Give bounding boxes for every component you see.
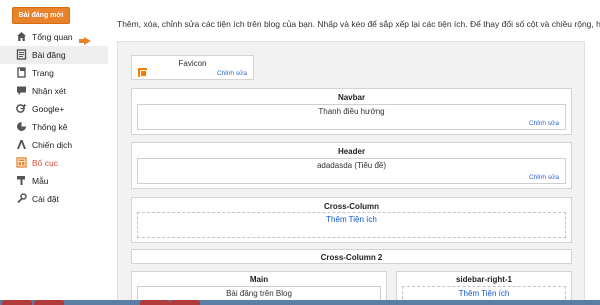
- cross-column-add-gadget-link[interactable]: Thêm Tiện ích: [138, 215, 565, 224]
- taskbar-button[interactable]: [140, 300, 170, 305]
- navbar-section-title: Navbar: [337, 93, 366, 102]
- header-widget-title: adadasda (Tiêu đề): [316, 161, 387, 170]
- navbar-edit-link[interactable]: Chỉnh sửa: [529, 120, 559, 127]
- navbar-widget-title: Thanh điều hướng: [318, 107, 385, 116]
- notification-flag-icon: [79, 33, 91, 45]
- sidebar-item-label: Thống kê: [32, 122, 68, 132]
- cross-column-title: Cross-Column: [323, 202, 380, 211]
- layout-icon: [16, 157, 27, 168]
- blogger-icon: [138, 68, 147, 77]
- sidebar-nav: Tổng quan Bài đăng Trang Nhận xét Google…: [0, 28, 108, 208]
- new-post-button[interactable]: Bài đăng mới: [12, 7, 70, 24]
- os-taskbar: [0, 300, 600, 305]
- pages-icon: [16, 67, 27, 78]
- cross-column-2-title: Cross-Column 2: [320, 253, 383, 262]
- sidebar-item-stats[interactable]: Thống kê: [0, 118, 108, 136]
- sidebar-item-pages[interactable]: Trang: [0, 64, 108, 82]
- cross-column-dropzone: Thêm Tiện ích: [137, 212, 566, 238]
- sidebar-item-template[interactable]: Mẫu: [0, 172, 108, 190]
- sidebar-item-campaigns[interactable]: Chiến dịch: [0, 136, 108, 154]
- sidebar-item-settings[interactable]: Cài đặt: [0, 190, 108, 208]
- cross-column-section: Cross-Column Thêm Tiện ích: [131, 197, 572, 243]
- header-section-title: Header: [337, 147, 366, 156]
- sidebar-item-label: Mẫu: [32, 176, 49, 186]
- favicon-title: Favicon: [178, 59, 207, 68]
- sidebar-right-add-gadget-link[interactable]: Thêm Tiện ích: [403, 289, 565, 298]
- sidebar-item-overview[interactable]: Tổng quan: [0, 28, 108, 46]
- settings-icon: [16, 193, 27, 204]
- cross-column-2-section: Cross-Column 2: [131, 249, 572, 264]
- sidebar-item-google-plus[interactable]: Google+: [0, 100, 108, 118]
- favicon-widget[interactable]: Favicon Chỉnh sửa: [131, 55, 254, 80]
- sidebar-item-label: Tổng quan: [32, 32, 73, 42]
- sidebar-item-layout[interactable]: Bố cục: [0, 154, 108, 172]
- template-icon: [16, 175, 27, 186]
- sidebar-item-label: Bố cục: [32, 158, 58, 168]
- comments-icon: [16, 85, 27, 96]
- sidebar-item-label: Chiến dịch: [32, 140, 73, 150]
- sidebar-item-label: Cài đặt: [32, 194, 59, 204]
- blog-posts-title: Bài đăng trên Blog: [226, 289, 292, 298]
- taskbar-button[interactable]: [2, 300, 32, 305]
- posts-icon: [16, 49, 27, 60]
- stats-icon: [16, 121, 27, 132]
- taskbar-button[interactable]: [34, 300, 64, 305]
- header-section: Header adadasda (Tiêu đề) Chỉnh sửa: [131, 142, 572, 189]
- sidebar-item-label: Google+: [32, 104, 65, 114]
- sidebar-item-posts[interactable]: Bài đăng: [0, 46, 108, 64]
- sidebar-right-title: sidebar-right-1: [455, 275, 512, 284]
- taskbar-button[interactable]: [170, 300, 200, 305]
- sidebar-item-label: Bài đăng: [32, 50, 66, 60]
- sidebar-item-label: Nhận xét: [32, 86, 67, 96]
- favicon-edit-link[interactable]: Chỉnh sửa: [217, 70, 247, 77]
- campaign-icon: [16, 139, 27, 150]
- sidebar-item-label: Trang: [32, 68, 54, 78]
- main-section-title: Main: [249, 275, 269, 284]
- header-widget[interactable]: adadasda (Tiêu đề) Chỉnh sửa: [137, 158, 566, 184]
- layout-canvas: Favicon Chỉnh sửa Navbar Thanh điều hướn…: [117, 41, 585, 305]
- layout-description: Thêm, xóa, chỉnh sửa các tiện ích trên b…: [117, 19, 600, 29]
- header-edit-link[interactable]: Chỉnh sửa: [529, 174, 559, 181]
- google-plus-icon: [16, 103, 27, 114]
- sidebar-item-comments[interactable]: Nhận xét: [0, 82, 108, 100]
- navbar-widget[interactable]: Thanh điều hướng Chỉnh sửa: [137, 104, 566, 130]
- home-icon: [16, 31, 27, 42]
- navbar-section: Navbar Thanh điều hướng Chỉnh sửa: [131, 88, 572, 135]
